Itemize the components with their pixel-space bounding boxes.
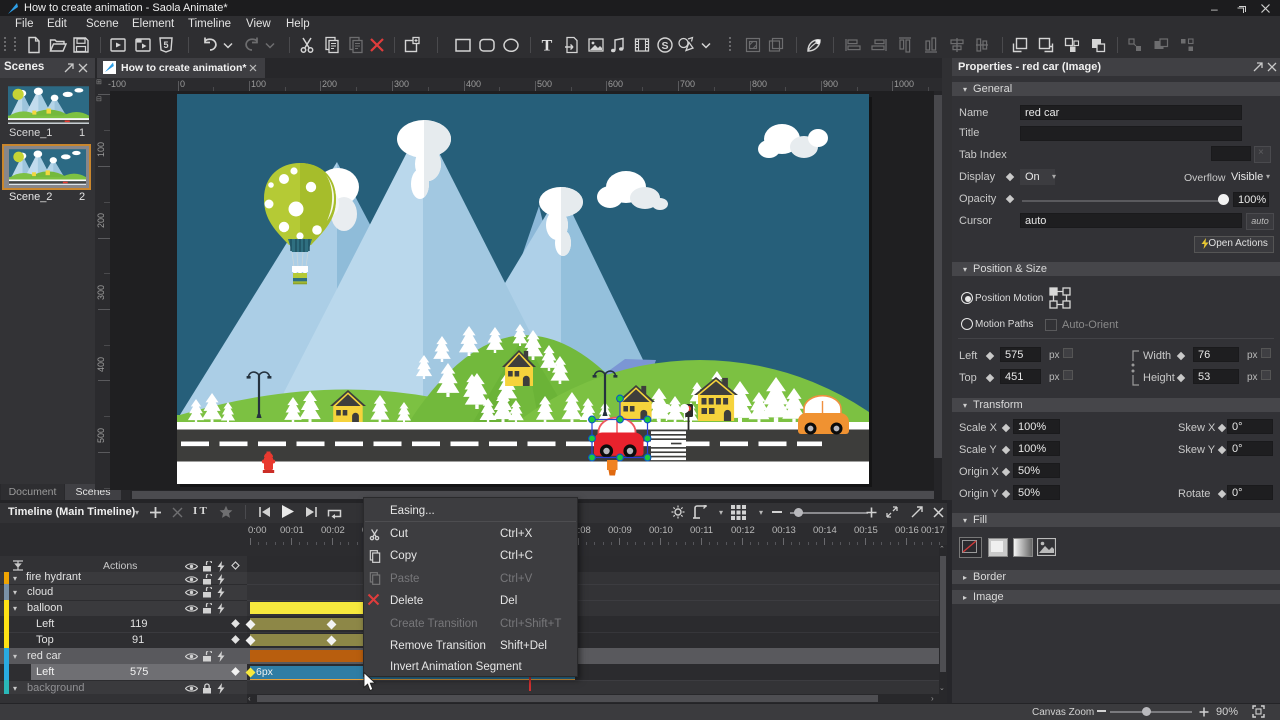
svg-text:T: T: [542, 38, 553, 55]
svg-text:5: 5: [163, 40, 168, 50]
svg-text:S: S: [661, 40, 668, 52]
